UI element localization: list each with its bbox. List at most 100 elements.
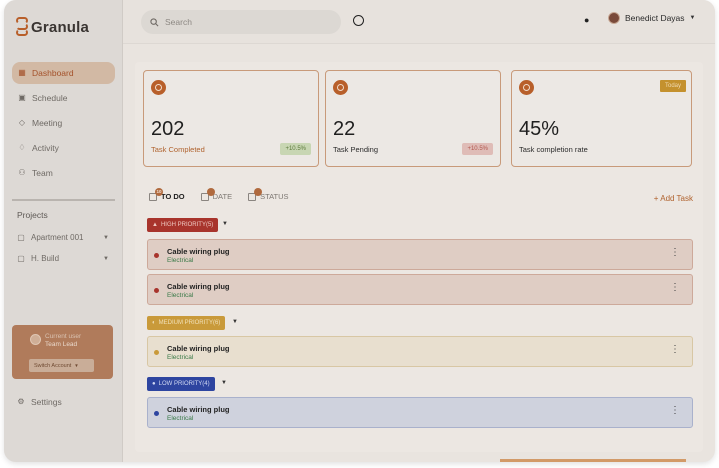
priority-dot [154, 350, 159, 355]
sidebar-item-label: Meeting [32, 118, 63, 128]
chevron-down-icon[interactable]: ▼ [222, 221, 228, 227]
priority-tag-high[interactable]: ▲ HIGH PRIORITY(5) [147, 218, 219, 232]
switch-account-label: Switch Account [34, 362, 72, 369]
add-task-button[interactable]: + Add Task [654, 194, 693, 203]
task-category: Electrical [167, 257, 194, 264]
bottom-accent-bar [500, 459, 686, 462]
stat-card-pending: 22 Task Pending +10.5% [325, 70, 501, 167]
sidebar-nav: ▦ Dashboard ▣ Schedule ◇ Meeting ♢ Activ… [12, 62, 115, 187]
stat-card-rate: Today 45% Task completion rate [511, 70, 692, 167]
tab-todo[interactable]: 10 TO DO [149, 187, 185, 201]
info-icon: ● [152, 381, 156, 387]
avatar [608, 12, 620, 24]
search-box[interactable] [141, 10, 341, 34]
task-row[interactable]: Cable wiring plug Electrical ⋮ [147, 274, 693, 305]
sidebar: Granula ▦ Dashboard ▣ Schedule ◇ Meeting… [4, 0, 123, 462]
flag-icon: ▲ [152, 222, 158, 228]
user-card-role: Team Lead [45, 341, 78, 348]
stat-label: Task Completed [151, 145, 205, 154]
sidebar-item-schedule[interactable]: ▣ Schedule [12, 87, 115, 109]
theme-toggle-icon[interactable] [353, 15, 364, 26]
chevron-down-icon[interactable]: ▼ [232, 319, 238, 325]
more-options-icon[interactable]: ⋮ [670, 345, 680, 355]
settings-label: Settings [31, 397, 62, 407]
half-circle-icon: ◐ [152, 320, 156, 326]
project-item-apartment[interactable]: ▢ Apartment 001 ▼ [17, 233, 109, 242]
gear-icon: ⚙ [17, 397, 25, 406]
stat-label: Task completion rate [519, 145, 588, 154]
priority-tag-medium[interactable]: ◐ MEDIUM PRIORITY(6) [147, 316, 226, 330]
sidebar-item-activity[interactable]: ♢ Activity [12, 137, 115, 159]
switch-account-button[interactable]: Switch Account ▼ [29, 359, 94, 372]
stat-value: 45% [519, 118, 560, 140]
sidebar-item-meeting[interactable]: ◇ Meeting [12, 112, 115, 134]
task-category: Electrical [167, 292, 194, 299]
task-category: Electrical [167, 354, 194, 361]
priority-label: MEDIUM PRIORITY(6) [158, 320, 221, 326]
search-input[interactable] [165, 17, 325, 27]
more-options-icon[interactable]: ⋮ [670, 248, 680, 258]
list-icon [248, 187, 263, 201]
check-icon [151, 80, 166, 95]
project-label: Apartment 001 [31, 233, 84, 242]
sidebar-item-label: Activity [32, 143, 59, 153]
calendar-icon [200, 187, 215, 201]
chevron-down-icon[interactable]: ▼ [221, 380, 227, 386]
app-name: Granula [31, 18, 90, 36]
stat-value: 22 [333, 118, 356, 140]
granula-logo-icon [16, 17, 28, 37]
user-card-caption: Current user [45, 333, 82, 340]
settings-button[interactable]: ⚙ Settings [17, 397, 62, 407]
project-item-hbuild[interactable]: ▢ H. Build ▼ [17, 254, 109, 263]
tab-date[interactable]: DATE [200, 187, 233, 201]
sidebar-item-team[interactable]: ⚇ Team [12, 162, 115, 184]
folder-icon: ▢ [17, 232, 25, 242]
projects-title: Projects [17, 210, 48, 220]
priority-tag-low[interactable]: ● LOW PRIORITY(4) [147, 377, 215, 391]
sidebar-item-dashboard[interactable]: ▦ Dashboard [12, 62, 115, 84]
task-row[interactable]: Cable wiring plug Electrical ⋮ [147, 397, 693, 428]
logo[interactable]: Granula [16, 17, 89, 37]
priority-label: HIGH PRIORITY(5) [160, 222, 214, 228]
folder-icon: ▢ [17, 253, 25, 263]
main-panel: 202 Task Completed +10.5% 22 Task Pendin… [135, 62, 703, 452]
project-label: H. Build [31, 254, 60, 263]
task-title: Cable wiring plug [167, 405, 230, 414]
user-name: Benedict Dayas [625, 13, 685, 23]
chevron-down-icon: ▼ [74, 363, 79, 368]
tab-status[interactable]: STATUS [248, 187, 289, 201]
task-category: Electrical [167, 415, 194, 422]
today-filter-button[interactable]: Today [659, 80, 686, 92]
app-window: Granula ▦ Dashboard ▣ Schedule ◇ Meeting… [4, 0, 715, 462]
clipboard-icon: 10 [149, 187, 163, 201]
chevron-down-icon: ▼ [689, 15, 696, 21]
chart-icon [519, 80, 534, 95]
calendar-icon: ▣ [18, 93, 26, 102]
tab-label: DATE [212, 192, 233, 201]
topbar: ● Benedict Dayas ▼ [123, 0, 715, 44]
stat-card-completed: 202 Task Completed +10.5% [143, 70, 319, 167]
tag-icon: ◇ [18, 118, 26, 127]
priority-dot [154, 411, 159, 416]
sidebar-item-label: Schedule [32, 93, 68, 103]
profile-menu[interactable]: Benedict Dayas ▼ [608, 12, 696, 24]
task-title: Cable wiring plug [167, 247, 230, 256]
chevron-down-icon: ▼ [103, 255, 109, 262]
trend-badge: +10.5% [462, 143, 493, 155]
bell-icon[interactable]: ● [584, 15, 589, 25]
stat-value: 202 [151, 118, 185, 140]
sidebar-item-label: Team [32, 168, 53, 178]
chevron-down-icon: ▼ [103, 234, 109, 241]
trend-badge: +10.5% [280, 143, 311, 155]
clock-icon [333, 80, 348, 95]
sidebar-item-label: Dashboard [32, 68, 74, 78]
task-title: Cable wiring plug [167, 344, 230, 353]
priority-label: LOW PRIORITY(4) [158, 381, 210, 387]
tab-count-badge [206, 187, 215, 196]
more-options-icon[interactable]: ⋮ [670, 283, 680, 293]
search-icon [150, 17, 159, 26]
task-row[interactable]: Cable wiring plug Electrical ⋮ [147, 336, 693, 367]
more-options-icon[interactable]: ⋮ [670, 406, 680, 416]
task-row[interactable]: Cable wiring plug Electrical ⋮ [147, 239, 693, 270]
task-title: Cable wiring plug [167, 282, 230, 291]
